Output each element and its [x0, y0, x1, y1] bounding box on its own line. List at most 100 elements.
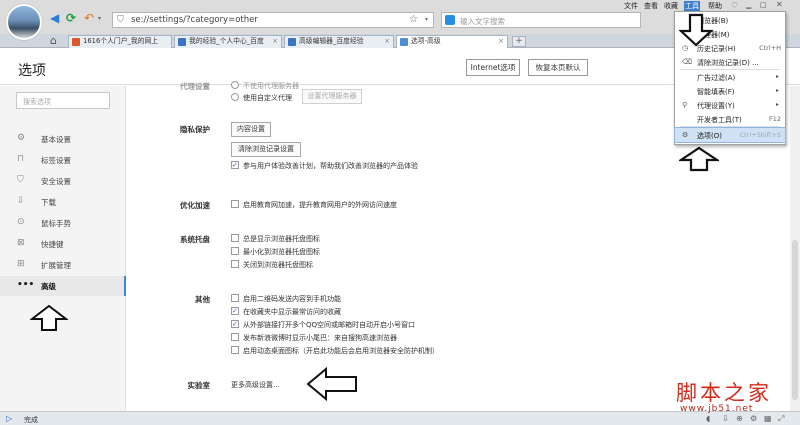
- tab-my-experience[interactable]: 我的经验_个人中心_百度 ×: [174, 35, 282, 48]
- sidebar-item-extensions[interactable]: ⊞ 扩展管理: [0, 255, 126, 275]
- star-icon[interactable]: ☆: [409, 14, 418, 25]
- radio-button[interactable]: [231, 93, 239, 101]
- new-tab-button[interactable]: +: [512, 36, 526, 47]
- submenu-arrow-icon: ▸: [775, 101, 779, 108]
- search-placeholder: 输入文字搜索: [460, 17, 505, 26]
- sidebar-item-label: 标签设置: [41, 156, 71, 165]
- close-icon[interactable]: ×: [272, 36, 278, 47]
- zoom-icon[interactable]: ⊕: [736, 414, 743, 423]
- menu-item-autofill[interactable]: 智能填表(F) ▸: [675, 84, 785, 98]
- tab-1616[interactable]: 1616个人门户_我的网上: [68, 35, 172, 48]
- page-info-icon[interactable]: ▷: [6, 414, 12, 423]
- gear-icon: ⚙: [17, 133, 26, 143]
- menu-item-proxy[interactable]: ⚲ 代理设置(Y) ▸: [675, 98, 785, 112]
- undo-icon[interactable]: ↶: [84, 12, 94, 24]
- menu-item-devtools[interactable]: 开发者工具(T) F12: [675, 112, 785, 126]
- radio-button[interactable]: [231, 81, 239, 89]
- page-tool-icon[interactable]: ⚙: [750, 414, 757, 423]
- menu-tools[interactable]: 工具: [684, 1, 700, 11]
- menu-item-label: 选项(O): [697, 132, 722, 140]
- home-icon[interactable]: ⌂: [50, 34, 57, 47]
- menu-file[interactable]: 文件: [624, 1, 638, 11]
- proxy-custom-option[interactable]: 使用自定义代理: [231, 93, 292, 103]
- tray-close-option[interactable]: 关闭到浏览器托盘图标: [231, 260, 313, 270]
- tab-options-advanced[interactable]: 选项-高级 ×: [396, 35, 508, 48]
- tab-advanced-editor[interactable]: 高级编辑器_百度经验 ×: [284, 35, 394, 48]
- more-advanced-settings-link[interactable]: 更多高级设置...: [231, 380, 280, 390]
- search-input[interactable]: 输入文字搜索: [441, 12, 641, 28]
- checkbox[interactable]: [231, 247, 239, 255]
- search-engine-icon[interactable]: [445, 15, 455, 25]
- scrollbar-thumb[interactable]: [792, 240, 798, 400]
- speaker-icon[interactable]: ◖: [706, 414, 710, 423]
- sidebar-item-shortcuts[interactable]: ⊠ 快捷键: [0, 234, 126, 254]
- qq-small-window-option[interactable]: ✓ 从外部链接打开多个QQ空间或邮箱时自动开启小号窗口: [231, 320, 415, 330]
- checkbox-checked[interactable]: ✓: [231, 307, 239, 315]
- sidebar-item-advanced[interactable]: ••• 高级: [0, 276, 126, 296]
- close-icon[interactable]: ✕: [776, 0, 783, 9]
- maximize-icon[interactable]: □: [760, 1, 767, 9]
- chevron-down-icon[interactable]: ▾: [425, 16, 428, 23]
- option-label: 在收藏夹中显示最常访问的收藏: [243, 308, 341, 316]
- menu-item-label: 代理设置(Y): [697, 102, 735, 110]
- menu-separator: [680, 126, 780, 127]
- refresh-icon[interactable]: ⟳: [66, 12, 76, 24]
- restore-defaults-button[interactable]: 恢复本页默认: [528, 59, 588, 76]
- content-settings-button[interactable]: 内容设置: [231, 122, 271, 137]
- tab-favicon-icon: [72, 38, 80, 46]
- menu-item-options[interactable]: ⚙ 选项(O) Ctrl+Shift+S: [674, 127, 786, 143]
- menu-item-shortcut: F12: [768, 115, 781, 123]
- clear-history-settings-button[interactable]: 清除浏览记录设置: [231, 142, 301, 157]
- download-icon: ⇩: [17, 196, 25, 206]
- tray-always-option[interactable]: 总是显示浏览器托盘图标: [231, 234, 320, 244]
- set-proxy-button[interactable]: 设置代理服务器: [302, 89, 362, 104]
- menu-favorites[interactable]: 收藏: [664, 1, 678, 11]
- checkbox[interactable]: [231, 234, 239, 242]
- address-url[interactable]: se://settings/?category=other: [131, 15, 258, 25]
- checkbox[interactable]: [231, 260, 239, 268]
- sidebar-item-basic[interactable]: ⚙ 基本设置: [0, 129, 126, 149]
- minimize-icon[interactable]: ▁: [746, 1, 751, 9]
- checkbox[interactable]: [231, 333, 239, 341]
- shield-icon: ⛉: [117, 15, 124, 25]
- checkbox-checked[interactable]: ✓: [231, 320, 239, 328]
- grid-icon[interactable]: ▦: [764, 414, 772, 423]
- edu-acceleration-option[interactable]: 启用教育网加速，提升教育网用户的外网访问速度: [231, 200, 397, 210]
- sidebar-item-tabs[interactable]: ⊓ 标签设置: [0, 150, 126, 170]
- menu-item-ad-filter[interactable]: 广告过滤(A) ▸: [675, 70, 785, 84]
- sidebar-item-mouse-gesture[interactable]: ⊙ 鼠标手势: [0, 213, 126, 233]
- address-bar[interactable]: ⛉ se://settings/?category=other ☆ ▾: [112, 12, 434, 28]
- internet-options-button[interactable]: Internet选项: [466, 59, 520, 76]
- checkbox[interactable]: [231, 346, 239, 354]
- dynamic-desktop-icon-option[interactable]: 启用动态桌面图标（开启此功能后会启用浏览器安全防护机制）: [231, 346, 439, 356]
- experience-plan-option[interactable]: ✓ 参与用户体验改善计划，帮助我们改善浏览器的产品体验: [231, 161, 418, 171]
- weibo-tail-option[interactable]: 发布新浪微博时显示小尾巴：来自搜狗高速浏览器: [231, 333, 397, 343]
- proxy-icon: ⚲: [682, 101, 688, 109]
- checkbox[interactable]: [231, 294, 239, 302]
- sidebar-item-security[interactable]: ⛉ 安全设置: [0, 171, 126, 191]
- checkbox[interactable]: [231, 200, 239, 208]
- proxy-none-option[interactable]: 不使用代理服务器: [231, 81, 299, 91]
- download-status-icon[interactable]: ⇩: [722, 414, 729, 423]
- tab-favicon-icon: [178, 38, 186, 46]
- close-icon[interactable]: ×: [384, 36, 390, 47]
- menu-help[interactable]: 帮助: [708, 1, 722, 11]
- checkbox-checked[interactable]: ✓: [231, 161, 239, 169]
- undo-dropdown-icon[interactable]: ▾: [98, 15, 101, 22]
- status-text: 完成: [24, 416, 38, 424]
- option-label: 不使用代理服务器: [243, 82, 299, 90]
- menu-view[interactable]: 查看: [644, 1, 658, 11]
- skin-icon[interactable]: ♡: [731, 1, 738, 10]
- menu-item-clear-history[interactable]: ⌫ 清除浏览记录(D) ...: [675, 55, 785, 69]
- expand-icon[interactable]: ⤢: [778, 414, 784, 424]
- frequent-favorites-option[interactable]: ✓ 在收藏夹中显示最常访问的收藏: [231, 307, 341, 317]
- tray-minimize-option[interactable]: 最小化到浏览器托盘图标: [231, 247, 320, 257]
- option-label: 关闭到浏览器托盘图标: [243, 261, 313, 269]
- sidebar-item-download[interactable]: ⇩ 下载: [0, 192, 126, 212]
- option-label: 使用自定义代理: [243, 94, 292, 102]
- close-icon[interactable]: ×: [498, 36, 504, 47]
- qrcode-option[interactable]: 启用二维码发送内容到手机功能: [231, 294, 341, 304]
- sidebar-search-input[interactable]: 搜索选项: [16, 92, 110, 109]
- back-icon[interactable]: ◀: [50, 12, 59, 24]
- avatar[interactable]: [6, 4, 42, 40]
